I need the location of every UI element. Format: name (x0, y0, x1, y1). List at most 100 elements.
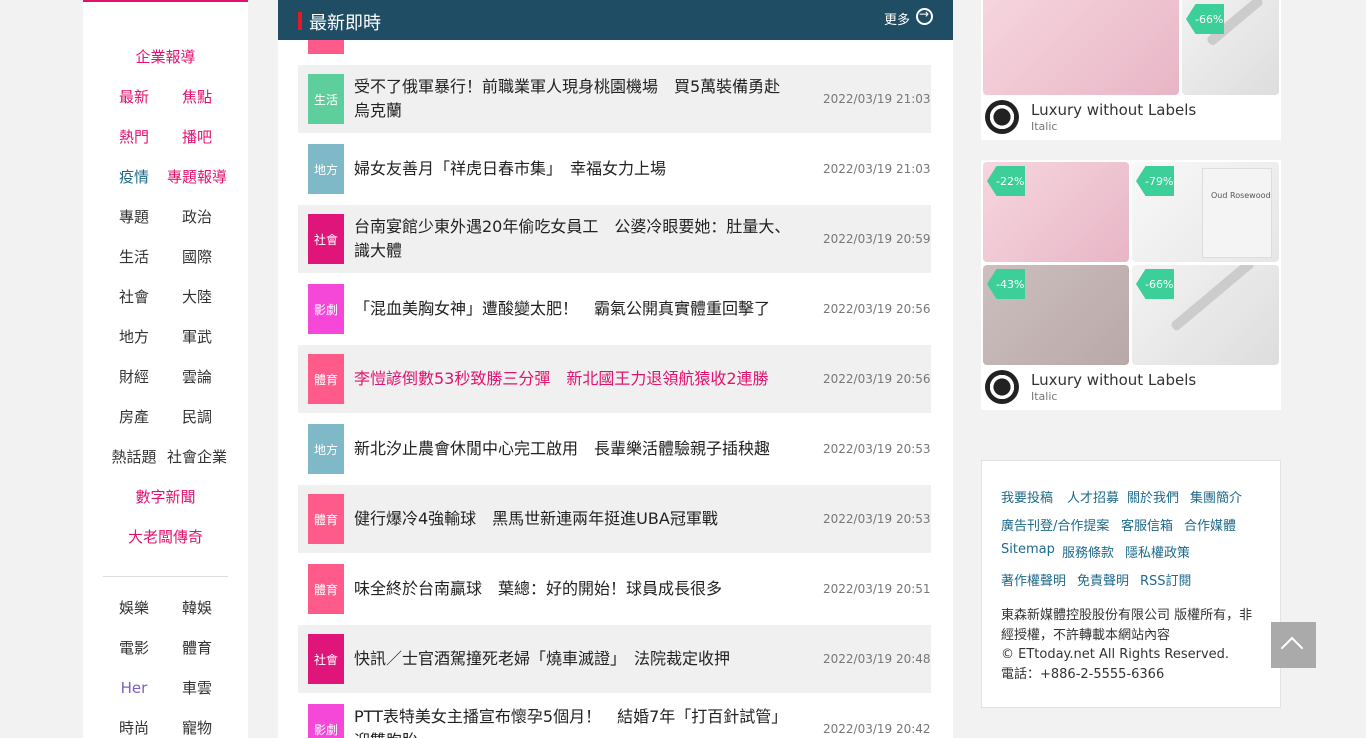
news-timestamp: 2022/03/19 21:03 (823, 162, 931, 176)
sidebar-item[interactable]: 雲論 (157, 367, 237, 387)
category-badge[interactable]: 體育 (308, 494, 344, 544)
news-timestamp: 2022/03/19 20:53 (823, 442, 931, 456)
footer-link[interactable]: 著作權聲明 (1001, 570, 1066, 589)
ad-sub: Italic (1031, 390, 1058, 403)
discount-tag: -43% (987, 269, 1025, 299)
ad-sub: Italic (1031, 120, 1058, 133)
footer-link[interactable]: 集團簡介 (1190, 487, 1242, 506)
category-badge[interactable]: 地方 (308, 424, 344, 474)
category-badge[interactable]: 影劇 (308, 704, 344, 738)
sidebar-item[interactable]: 韓娛 (157, 598, 237, 618)
news-row[interactable]: 體育 李愷諺倒數53秒致勝三分彈 新北國王力退領航猿收2連勝 2022/03/19 … (298, 345, 931, 413)
news-timestamp: 2022/03/19 20:56 (823, 302, 931, 316)
latest-news-header: 最新即時 更多 (278, 0, 953, 40)
brand-logo-icon (985, 370, 1019, 404)
sidebar-divider (103, 576, 228, 577)
sidebar-item[interactable]: 大老闆傳奇 (83, 527, 248, 547)
ad-unit-grid[interactable]: ▷✕ -22% Oud Rosewood -79% -43% -66% Luxu… (981, 160, 1281, 410)
more-link[interactable]: 更多 (884, 9, 910, 28)
news-row[interactable]: 社會 快訊／士官酒駕撞死老婦「燒車滅證」 法院裁定收押 2022/03/19 20:… (298, 625, 931, 693)
news-headline[interactable]: PTT表特美女主播宣布懷孕5個月！ 結婚7年「打百針試管」迎雙胞胎 (354, 705, 794, 738)
footer-link[interactable]: 服務條款 (1062, 542, 1114, 561)
category-badge[interactable]: 社會 (308, 214, 344, 264)
footer-link[interactable]: 關於我們 (1127, 487, 1179, 506)
category-badge[interactable]: 體育 (308, 564, 344, 614)
sidebar-item[interactable]: 焦點 (157, 87, 237, 107)
category-badge[interactable]: 地方 (308, 144, 344, 194)
footer-links-box: 我要投稿 人才招募 關於我們 集團簡介廣告刊登/合作提案 客服信箱 合作媒體 Sitemap… (981, 460, 1281, 708)
news-row[interactable]: 影劇 「混血美胸女神」遭酸變太肥！ 霸氣公開真實體重回擊了 2022/03/19 2… (298, 275, 931, 343)
copyright-line: © ETtoday.net All Rights Reserved. (1001, 647, 1230, 662)
news-timestamp: 2022/03/19 20:53 (823, 512, 931, 526)
ad-image-towel[interactable] (983, 0, 1179, 95)
footer-link[interactable]: 客服信箱 (1121, 515, 1173, 534)
brand-logo-icon (985, 100, 1019, 134)
category-badge[interactable]: 社會 (308, 634, 344, 684)
ad-brand[interactable]: Luxury without Labels (1031, 371, 1196, 389)
footer-link[interactable]: 廣告刊登/合作提案 (1001, 515, 1109, 534)
sidebar-item[interactable]: 車雲 (157, 678, 237, 698)
news-headline[interactable]: 婦女友善月「祥虎日春市集」 幸福女力上場 (354, 157, 794, 181)
category-badge[interactable]: 影劇 (308, 284, 344, 334)
news-headline[interactable]: 新北汐止農會休閒中心完工啟用 長輩樂活體驗親子插秧趣 (354, 437, 794, 461)
news-headline[interactable]: 受不了俄軍暴行！前職業軍人現身桃園機場 買5萬裝備勇赴烏克蘭 (354, 75, 794, 123)
news-row[interactable]: 體育 健行爆冷4強輸球 黑馬世新連兩年挺進UBA冠軍戰 2022/03/19 20:… (298, 485, 931, 553)
sidebar-item[interactable]: 播吧 (157, 127, 237, 147)
footer-link[interactable]: RSS訂閱 (1140, 570, 1192, 589)
discount-tag: -79% (1136, 166, 1174, 196)
box-label: Oud Rosewood (1211, 191, 1271, 200)
copyright-line: 經授權，不許轉載本網站內容 (1001, 627, 1171, 643)
back-to-top-button[interactable] (1271, 622, 1316, 668)
news-headline[interactable]: 健行爆冷4強輸球 黑馬世新連兩年挺進UBA冠軍戰 (354, 507, 794, 531)
news-headline[interactable]: 李愷諺倒數53秒致勝三分彈 新北國王力退領航猿收2連勝 (354, 367, 794, 391)
sidebar-item[interactable]: 社會企業 (157, 447, 237, 467)
news-row[interactable]: 影劇 PTT表特美女主播宣布懷孕5個月！ 結婚7年「打百針試管」迎雙胞胎 2022/… (298, 695, 931, 738)
news-row[interactable]: 生活 受不了俄軍暴行！前職業軍人現身桃園機場 買5萬裝備勇赴烏克蘭 2022/03/… (298, 65, 931, 133)
category-badge[interactable]: 生活 (308, 74, 344, 124)
footer-link[interactable]: 人才招募 (1067, 487, 1119, 506)
footer-link[interactable]: 隱私權政策 (1125, 542, 1190, 561)
sidebar-item[interactable]: 民調 (157, 407, 237, 427)
sidebar-item[interactable]: 寵物 (157, 718, 237, 738)
news-row[interactable]: 社會 台南宴館少東外遇20年偷吃女員工 公婆冷眼要她：肚量大、識大體 2022/03… (298, 205, 931, 273)
news-headline[interactable]: 味全終於台南贏球 葉總：好的開始！球員成長很多 (354, 577, 794, 601)
ad-image-towels[interactable]: -43% (983, 265, 1129, 365)
news-row[interactable]: 地方 婦女友善月「祥虎日春市集」 幸福女力上場 2022/03/19 21:03 (298, 135, 931, 203)
news-timestamp: 2022/03/19 20:51 (823, 582, 931, 596)
ad-brand[interactable]: Luxury without Labels (1031, 101, 1196, 119)
sidebar-item[interactable]: 大陸 (157, 287, 237, 307)
partial-category-badge (308, 40, 344, 54)
footer-link[interactable]: 合作媒體 (1184, 515, 1236, 534)
arrow-right-circle-icon[interactable] (916, 7, 933, 25)
footer-link[interactable]: 我要投稿 (1001, 487, 1053, 506)
header-marker (298, 12, 302, 30)
category-sidebar: 企業報導 最新 焦點 熱門 播吧 疫情 專題報導 專題 政治 生活 國際 社會 大陸 地方 軍武 財經 雲論 房產… (83, 0, 248, 738)
category-badge[interactable]: 體育 (308, 354, 344, 404)
sidebar-item[interactable]: 軍武 (157, 327, 237, 347)
ad-image-candle[interactable]: Oud Rosewood -79% (1132, 162, 1279, 262)
discount-tag: -66% (1186, 4, 1224, 34)
news-headline[interactable]: 台南宴館少東外遇20年偷吃女員工 公婆冷眼要她：肚量大、識大體 (354, 215, 794, 263)
news-timestamp: 2022/03/19 20:56 (823, 372, 931, 386)
sidebar-item[interactable]: 企業報導 (83, 47, 248, 67)
sidebar-item[interactable]: 國際 (157, 247, 237, 267)
footer-link[interactable]: Sitemap (1001, 542, 1055, 557)
news-timestamp: 2022/03/19 20:59 (823, 232, 931, 246)
sidebar-item[interactable]: 體育 (157, 638, 237, 658)
news-row[interactable]: 體育 味全終於台南贏球 葉總：好的開始！球員成長很多 2022/03/19 20:5… (298, 555, 931, 623)
sidebar-item[interactable]: 數字新聞 (83, 487, 248, 507)
news-headline[interactable]: 快訊／士官酒駕撞死老婦「燒車滅證」 法院裁定收押 (354, 647, 794, 671)
news-headline[interactable]: 「混血美胸女神」遭酸變太肥！ 霸氣公開真實體重回擊了 (354, 297, 794, 321)
ad-image-towel[interactable]: -22% (983, 162, 1129, 262)
ad-image-knife[interactable]: -66% (1182, 0, 1279, 95)
sidebar-item[interactable]: 專題報導 (157, 167, 237, 187)
ad-unit-top[interactable]: -66% Luxury without Labels Italic (981, 0, 1281, 140)
news-row[interactable]: 地方 新北汐止農會休閒中心完工啟用 長輩樂活體驗親子插秧趣 2022/03/19 2… (298, 415, 931, 483)
news-timestamp: 2022/03/19 21:03 (823, 92, 931, 106)
ad-image-knife[interactable]: -66% (1132, 265, 1279, 365)
latest-news-title: 最新即時 (309, 13, 381, 34)
footer-link[interactable]: 免責聲明 (1077, 570, 1129, 589)
discount-tag: -66% (1136, 269, 1174, 299)
sidebar-item[interactable]: 政治 (157, 207, 237, 227)
news-timestamp: 2022/03/19 20:42 (823, 722, 931, 736)
